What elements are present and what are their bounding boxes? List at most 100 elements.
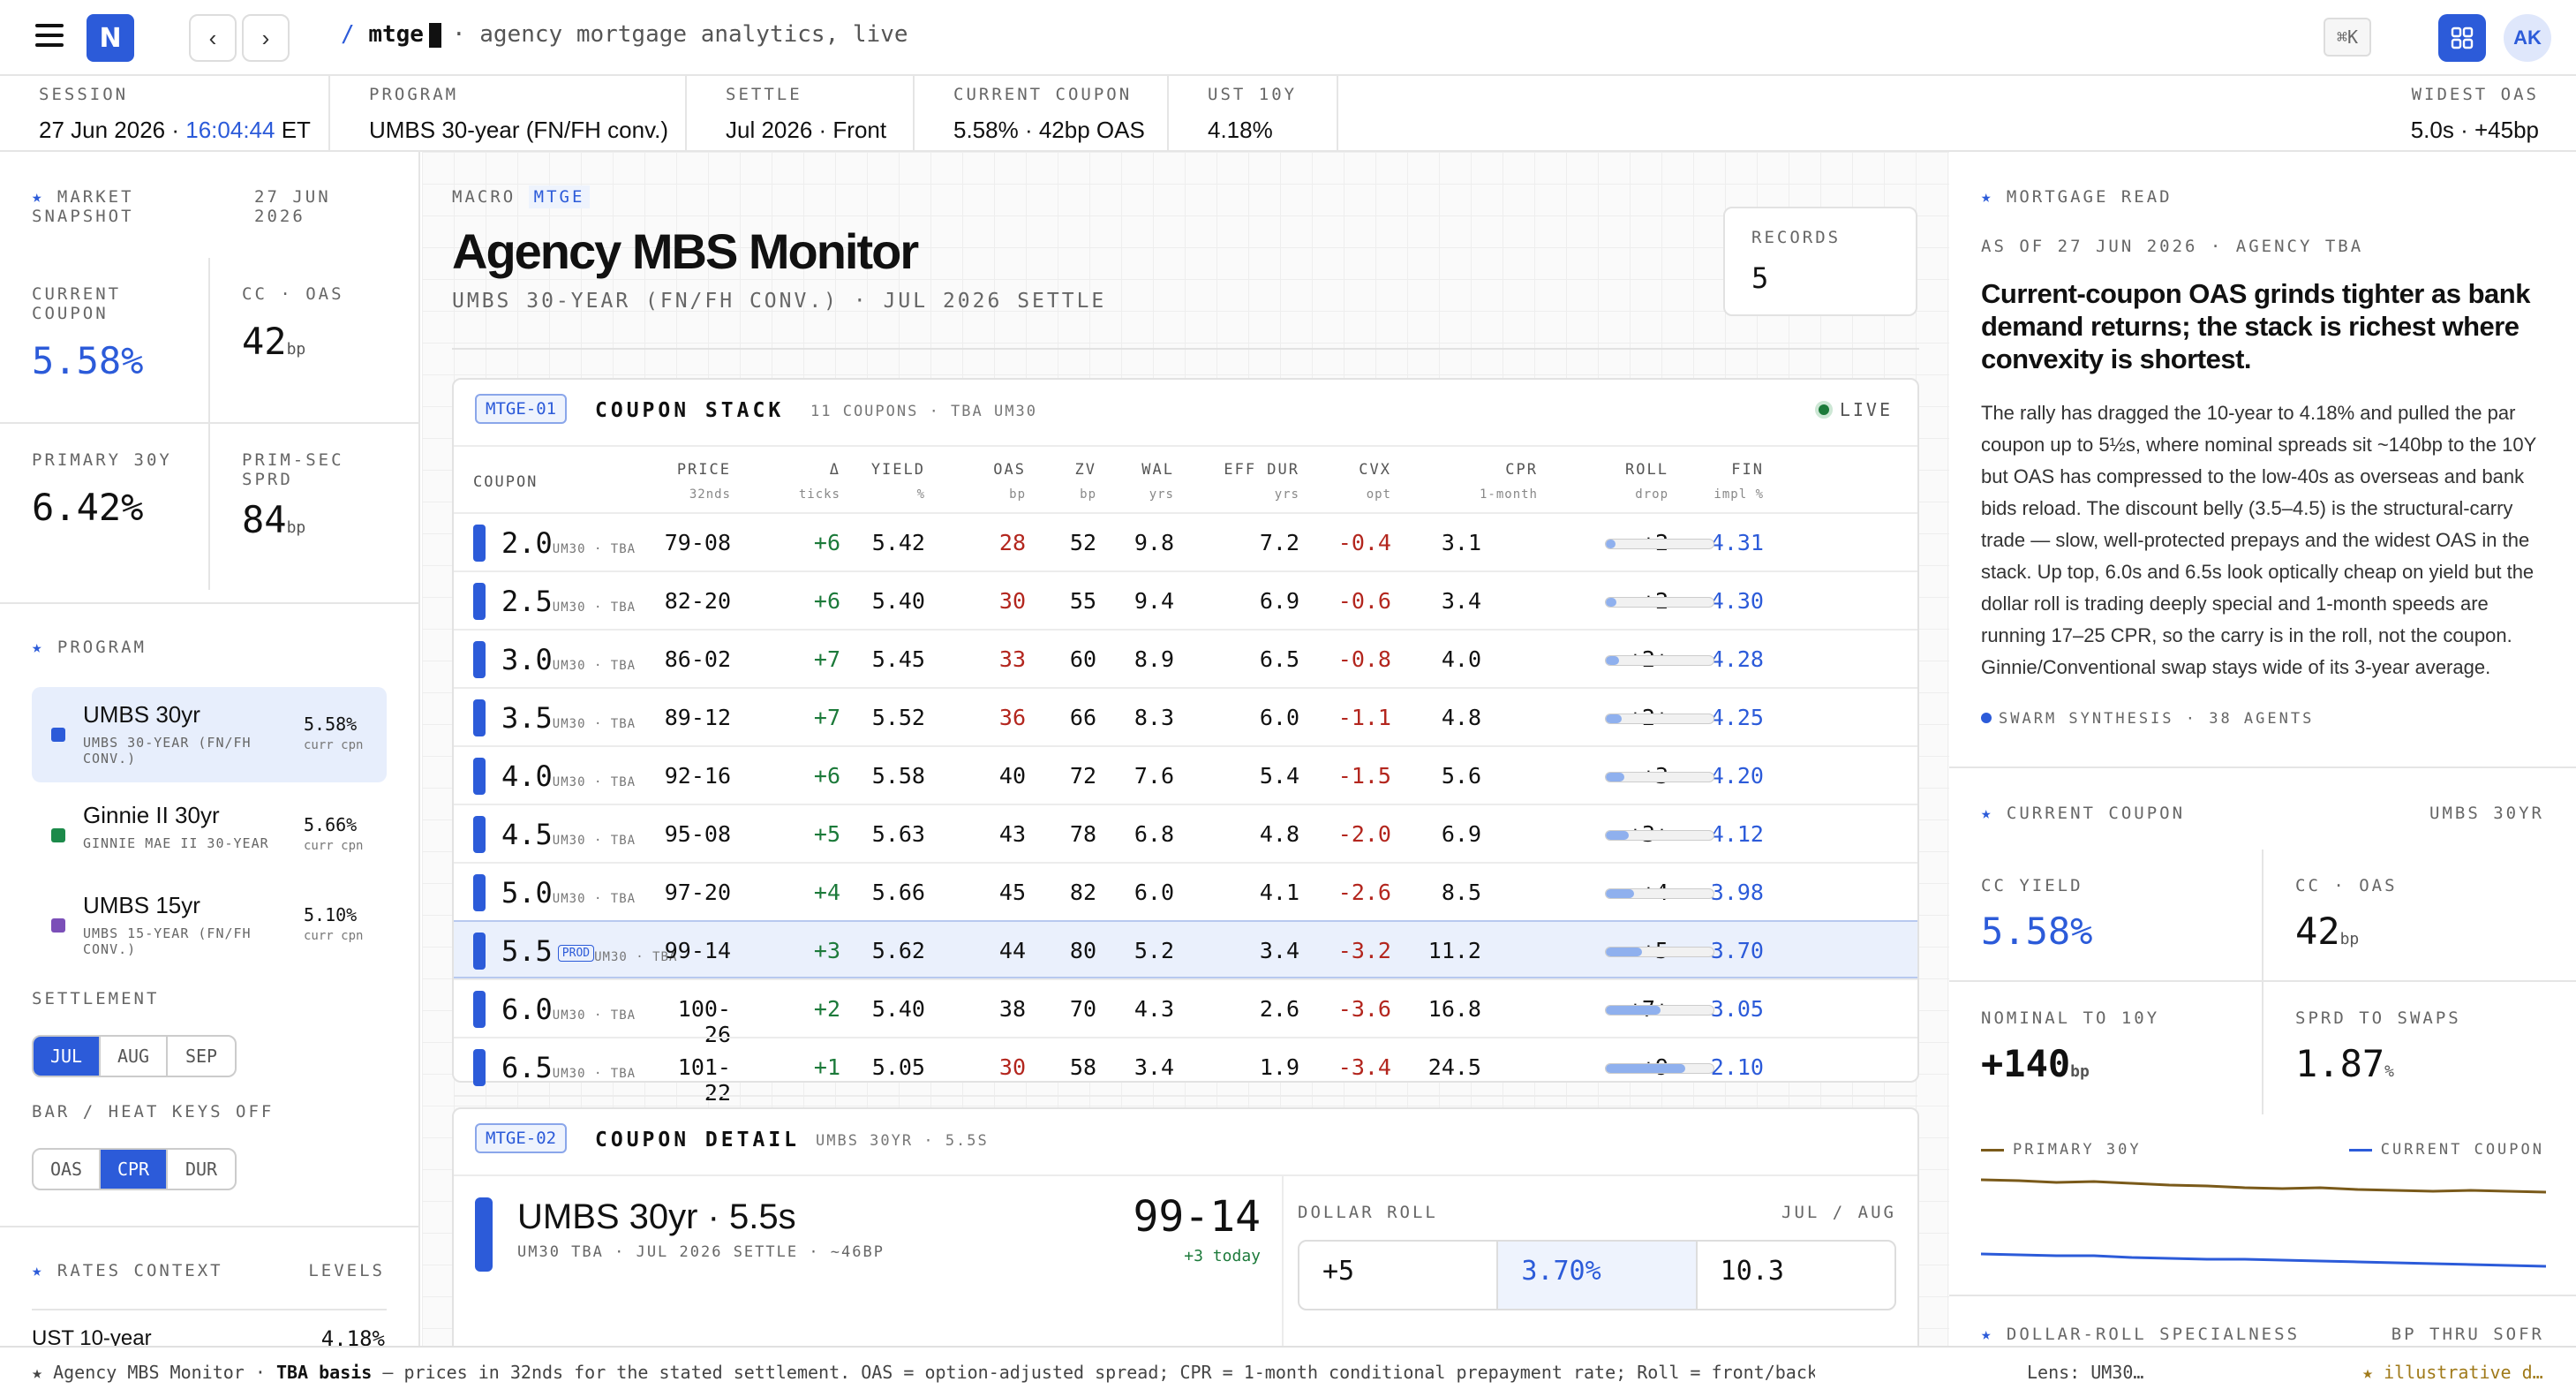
column-header[interactable]: COUPON (473, 473, 538, 491)
cell-oas: 43 (998, 821, 1026, 847)
metric-label: CC YIELD (1981, 876, 2083, 895)
cell-dur: 2.6 (1259, 996, 1299, 1022)
table-row[interactable]: 5.5 PROD UM30 · TBA 99-14 +3 5.62 44 80 5.2 3.4 -3… (454, 920, 1917, 978)
kicker-macro[interactable]: MACRO (452, 187, 516, 207)
ust-value: 4.18% (1208, 117, 1273, 143)
footer-lens[interactable]: Lens: UM30… (2027, 1362, 2143, 1383)
program-value: 5.66% (304, 814, 358, 835)
table-row[interactable]: 6.5UM30 · TBA 101-22 +1 5.05 30 58 3.4 1.9 -3.4 2… (454, 1037, 1917, 1106)
coupon-value: 4.5 (501, 818, 553, 851)
live-label: LIVE (1839, 399, 1893, 420)
settlement-aug[interactable]: AUG (101, 1037, 168, 1076)
program-label: PROGRAM (369, 85, 459, 104)
avatar[interactable]: AK (2504, 14, 2551, 62)
series-primary-30y-line (1981, 1178, 2546, 1194)
heat-key-oas[interactable]: OAS (34, 1150, 101, 1189)
metric-number: 5.58% (1981, 910, 2093, 953)
detail-sub: UM30 TBA · JUL 2026 SETTLE · ~46BP (517, 1243, 885, 1261)
column-header[interactable]: CPR 1-month (1423, 461, 1538, 502)
column-header[interactable]: FIN impl % (1649, 461, 1764, 502)
coupon-color-bar (473, 641, 486, 678)
column-header-label: WAL (1141, 461, 1174, 479)
column-header-label: PRICE (676, 461, 731, 479)
ust-label: UST 10Y (1208, 85, 1298, 104)
panel-meta: UMBS 30YR · 5.5S (816, 1132, 989, 1150)
coupon-suffix: UM30 · TBA (552, 775, 636, 789)
program-item-umbs-15yr[interactable]: UMBS 15yr UMBS 15-YEAR (FN/FH CONV.) 5.1… (32, 878, 387, 973)
settlement-sep[interactable]: SEP (168, 1037, 235, 1076)
metric-number: 84 (242, 498, 287, 541)
kicker-mtge[interactable]: MTGE (528, 185, 591, 208)
program-cell[interactable]: PROGRAM UMBS 30-year (FN/FH conv.) (330, 76, 687, 150)
app-logo[interactable]: N (87, 14, 134, 62)
cell-cpr: 4.0 (1441, 646, 1481, 672)
grid-view-button[interactable] (2438, 14, 2486, 62)
column-header[interactable]: PRICE 32nds (616, 461, 731, 502)
column-header[interactable]: WAL yrs (1059, 461, 1174, 502)
heat-key-dur[interactable]: DUR (168, 1150, 235, 1189)
table-row[interactable]: 6.0UM30 · TBA 100-26 +2 5.40 38 70 4.3 2.6 -3.6 1… (454, 978, 1917, 1047)
command-shortcut-button[interactable]: ⌘K (2324, 18, 2371, 57)
legend-swatch (1981, 1148, 2004, 1152)
coupon-value: 5.0 (501, 876, 553, 910)
session-date: 27 Jun 2026 · (39, 117, 180, 143)
table-row[interactable]: 5.0UM30 · TBA 97-20 +4 5.66 45 82 6.0 4.1 -2.6 8.… (454, 862, 1917, 920)
cpr-bar (1605, 714, 1714, 724)
program-item-ginnie-ii-30yr[interactable]: Ginnie II 30yr GINNIE MAE II 30-YEAR 5.6… (32, 788, 387, 883)
coupon-cell: 5.0UM30 · TBA (501, 876, 636, 910)
column-header[interactable]: CVX opt (1277, 461, 1391, 502)
table-row[interactable]: 3.0UM30 · TBA 86-02 +7 5.45 33 60 8.9 6.5 -0.8 4.… (454, 629, 1917, 687)
coupon-suffix: UM30 · TBA (552, 834, 636, 848)
coupon-suffix: UM30 · TBA (552, 892, 636, 906)
table-row[interactable]: 4.0UM30 · TBA 92-16 +6 5.58 40 72 7.6 5.4 -1.5 5.… (454, 745, 1917, 804)
cell-y: 5.66 (871, 880, 925, 905)
table-row[interactable]: 4.5UM30 · TBA 95-08 +5 5.63 43 78 6.8 4.8 -2.0 6.… (454, 804, 1917, 862)
back-button[interactable]: ‹ (189, 14, 237, 62)
ust-cell: UST 10Y 4.18% (1169, 76, 1338, 150)
program-item-umbs-30yr[interactable]: UMBS 30yr UMBS 30-YEAR (FN/FH CONV.) 5.5… (32, 687, 387, 782)
detail-change: +3 today (1184, 1247, 1261, 1265)
table-row[interactable]: 2.5UM30 · TBA 82-20 +6 5.40 30 55 9.4 6.9 -0.6 3.… (454, 570, 1917, 629)
read-title: ★ MORTGAGE READ (1981, 187, 2173, 207)
metric-number: 42 (242, 320, 287, 363)
breadcrumb-slash: / (341, 21, 355, 48)
cell-cpr: 4.8 (1441, 705, 1481, 730)
cell-zv: 66 (1069, 705, 1096, 730)
metric-number: +140 (1981, 1042, 2071, 1085)
cell-cpr: 11.2 (1427, 938, 1481, 963)
cell-cvx: -2.6 (1337, 880, 1391, 905)
prod-badge: PROD (557, 944, 595, 962)
detail-price: 99-14 (1133, 1192, 1262, 1242)
metric-label: CC · OAS (2295, 876, 2398, 895)
cell-wal: 6.8 (1134, 821, 1174, 847)
cell-dur: 5.4 (1259, 763, 1299, 789)
coupon-color-bar (473, 758, 486, 795)
cpr-bar (1605, 597, 1714, 608)
coupon-value: 2.5 (501, 585, 553, 618)
forward-button[interactable]: › (242, 14, 290, 62)
roll-value-drop: +5 (1322, 1256, 1355, 1287)
menu-icon[interactable] (35, 24, 64, 50)
session-cell: SESSION 27 Jun 2026 · 16:04:44 ET (0, 76, 330, 150)
page-title: Agency MBS Monitor (452, 223, 919, 279)
column-header[interactable]: YIELD% (810, 461, 925, 502)
metric-value: +140bp (1981, 1042, 2262, 1085)
breadcrumb: / mtge · agency mortgage analytics, live (341, 21, 908, 48)
coupon-cell: 4.0UM30 · TBA (501, 759, 636, 793)
cell-wal: 8.3 (1134, 705, 1174, 730)
settlement-jul[interactable]: JUL (34, 1037, 101, 1076)
legend-primary: PRIMARY 30Y (1981, 1141, 2142, 1159)
table-row[interactable]: 3.5UM30 · TBA 89-12 +7 5.52 36 66 8.3 6.0 -1.1 4.… (454, 687, 1917, 745)
records-label: RECORDS (1751, 228, 1842, 247)
widest-oas-value: 5.0s · +45bp (2410, 117, 2539, 143)
synthesis-text: SWARM SYNTHESIS · 38 AGENTS (1999, 710, 2315, 728)
heat-key-cpr[interactable]: CPR (101, 1150, 168, 1189)
widest-oas-label: WIDEST OAS (2411, 85, 2539, 104)
cell-dur: 1.9 (1259, 1054, 1299, 1080)
settle-cell[interactable]: SETTLE Jul 2026 · Front (687, 76, 915, 150)
coupon-stack-panel: MTGE-01 COUPON STACK 11 COUPONS · TBA UM… (452, 378, 1919, 1164)
metric-number: 42 (2295, 910, 2340, 953)
table-row[interactable]: 2.0UM30 · TBA 79-08 +6 5.42 28 52 9.8 7.2 -0.4 3.… (454, 512, 1917, 570)
breadcrumb-app[interactable]: mtge (368, 21, 424, 48)
metric-label: SPRD TO SWAPS (2295, 1008, 2461, 1028)
